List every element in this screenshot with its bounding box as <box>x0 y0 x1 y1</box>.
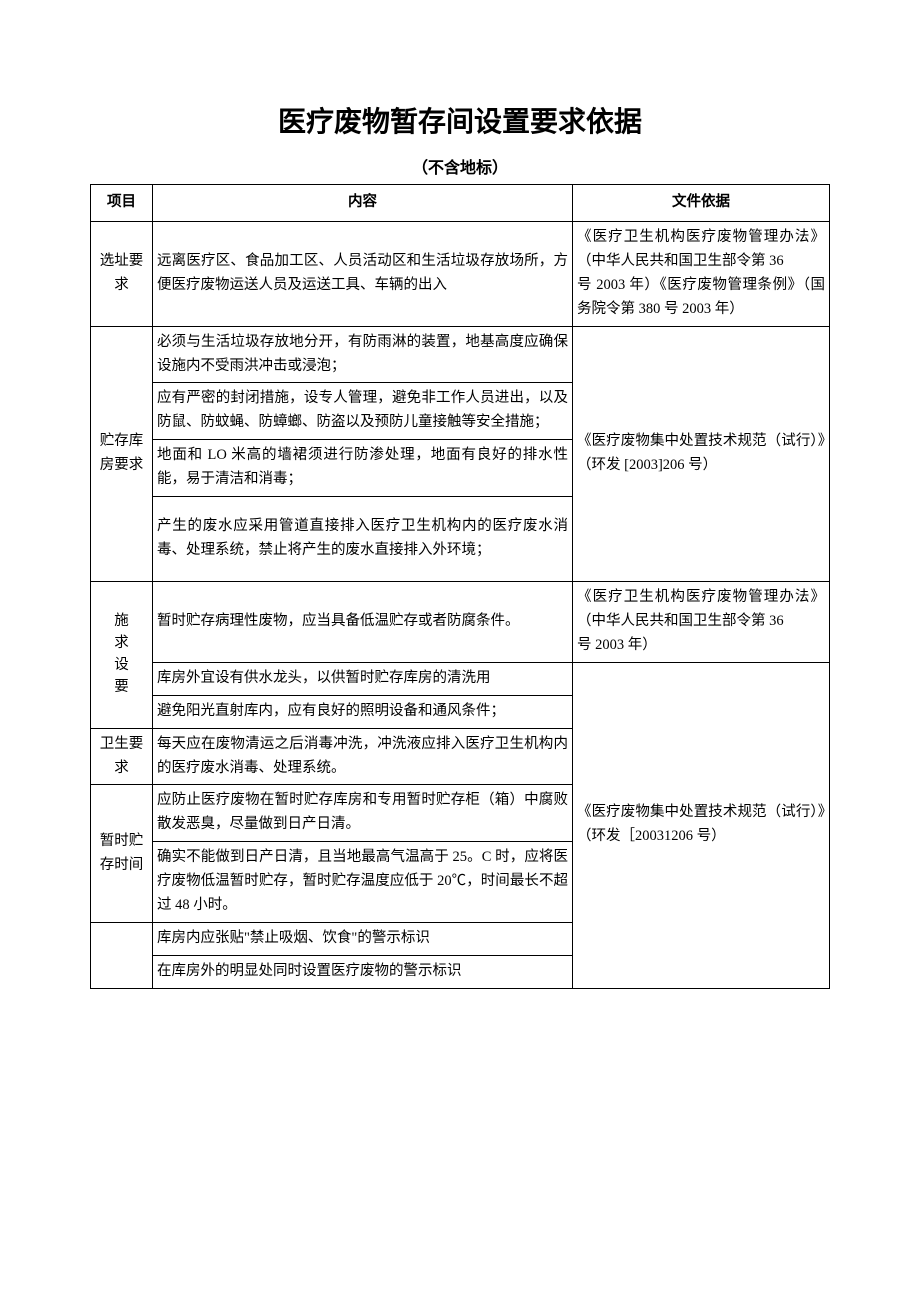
cell-content: 应有严密的封闭措施，设专人管理，避免非工作人员进出，以及防鼠、防蚊蝇、防蟑螂、防… <box>153 383 573 440</box>
row-label: 贮存库房要求 <box>91 326 153 581</box>
requirements-table: 项目 内容 文件依据 选址要求 远离医疗区、食品加工区、人员活动区和生活垃圾存放… <box>90 184 830 989</box>
page-title: 医疗废物暂存间设置要求依据 <box>90 100 830 140</box>
cell-content: 在库房外的明显处同时设置医疗废物的警示标识 <box>153 955 573 988</box>
cell-content: 库房内应张贴"禁止吸烟、饮食"的警示标识 <box>153 923 573 956</box>
cell-basis: 《医疗废物集中处置技术规范（试行）》（环发 [2003]206 号） <box>573 326 830 581</box>
row-label: 卫生要求 <box>91 728 153 785</box>
header-basis: 文件依据 <box>573 185 830 222</box>
header-project: 项目 <box>91 185 153 222</box>
row-label-vertical: 施求设要 <box>91 581 153 728</box>
table-row: 选址要求 远离医疗区、食品加工区、人员活动区和生活垃圾存放场所，方便医疗废物运送… <box>91 221 830 326</box>
cell-content: 必须与生活垃圾存放地分开，有防雨淋的装置，地基高度应确保设施内不受雨洪冲击或浸泡… <box>153 326 573 383</box>
cell-content: 暂时贮存病理性废物，应当具备低温贮存或者防腐条件。 <box>153 581 573 662</box>
table-row: 施求设要 暂时贮存病理性废物，应当具备低温贮存或者防腐条件。 《医疗卫生机构医疗… <box>91 581 830 662</box>
table-header-row: 项目 内容 文件依据 <box>91 185 830 222</box>
row-label-empty <box>91 923 153 989</box>
cell-content: 产生的废水应采用管道直接排入医疗卫生机构内的医疗废水消毒、处理系统，禁止将产生的… <box>153 497 573 582</box>
cell-content: 每天应在废物清运之后消毒冲洗，冲洗液应排入医疗卫生机构内的医疗废水消毒、处理系统… <box>153 728 573 785</box>
cell-content: 库房外宜设有供水龙头，以供暂时贮存库房的清洗用 <box>153 662 573 695</box>
cell-basis: 《医疗卫生机构医疗废物管理办法》（中华人民共和国卫生部令第 36 号 2003 … <box>573 581 830 662</box>
cell-content: 确实不能做到日产日清，且当地最高气温高于 25。C 时，应将医疗废物低温暂时贮存… <box>153 842 573 923</box>
row-label: 暂时贮存时间 <box>91 785 153 923</box>
table-row: 库房外宜设有供水龙头，以供暂时贮存库房的清洗用 《医疗废物集中处置技术规范（试行… <box>91 662 830 695</box>
cell-content: 远离医疗区、食品加工区、人员活动区和生活垃圾存放场所，方便医疗废物运送人员及运送… <box>153 221 573 326</box>
table-row: 贮存库房要求 必须与生活垃圾存放地分开，有防雨淋的装置，地基高度应确保设施内不受… <box>91 326 830 383</box>
cell-content: 地面和 LO 米高的墙裙须进行防渗处理，地面有良好的排水性能，易于清洁和消毒； <box>153 440 573 497</box>
page-subtitle: （不含地标） <box>90 154 830 178</box>
header-content: 内容 <box>153 185 573 222</box>
cell-content: 避免阳光直射库内，应有良好的照明设备和通风条件； <box>153 695 573 728</box>
row-label: 选址要求 <box>91 221 153 326</box>
cell-content: 应防止医疗废物在暂时贮存库房和专用暂时贮存柜（箱）中腐败散发恶臭，尽量做到日产日… <box>153 785 573 842</box>
cell-basis: 《医疗卫生机构医疗废物管理办法》（中华人民共和国卫生部令第 36 号 2003 … <box>573 221 830 326</box>
cell-basis: 《医疗废物集中处置技术规范（试行）》（环发［20031206 号） <box>573 662 830 988</box>
